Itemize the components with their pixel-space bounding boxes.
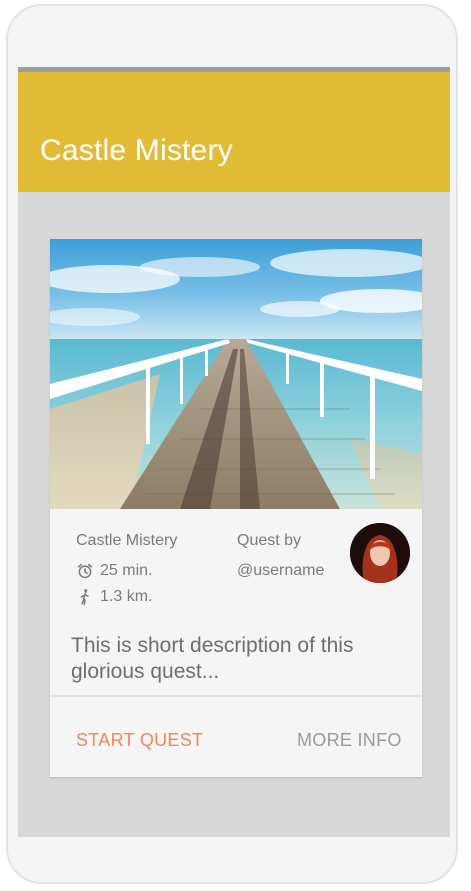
- quest-by-label: Quest by: [237, 532, 302, 549]
- quest-image: [50, 239, 422, 509]
- start-quest-button[interactable]: START QUEST: [76, 730, 203, 751]
- avatar[interactable]: [350, 523, 410, 583]
- distance-value: 1.3 km.: [100, 588, 153, 605]
- distance-row: 1.3 km.: [76, 588, 177, 606]
- duration-value: 25 min.: [100, 562, 153, 579]
- alarm-clock-icon: [77, 563, 93, 579]
- author-info: Quest by @username: [237, 532, 324, 580]
- duration-row: 25 min.: [76, 562, 177, 580]
- more-info-button[interactable]: MORE INFO: [297, 730, 402, 751]
- quest-info: Castle Mistery 25 min. 1.3 km.: [76, 532, 177, 606]
- app-title: Castle Mistery: [40, 134, 233, 167]
- author-username[interactable]: @username: [237, 562, 324, 580]
- quest-description: This is short description of this glorio…: [71, 634, 354, 683]
- walking-person-icon: [80, 589, 89, 606]
- author-avatar-image: [350, 523, 410, 583]
- card-divider: [50, 695, 422, 697]
- phone-frame: Castle Mistery Castle Mistery 25 min. 1.…: [6, 4, 458, 884]
- app-bar: Castle Mistery: [18, 72, 450, 192]
- app-screen: Castle Mistery Castle Mistery 25 min. 1.…: [18, 67, 450, 837]
- quest-card: Castle Mistery 25 min. 1.3 km. Quest by …: [50, 239, 422, 777]
- quest-name: Castle Mistery: [76, 532, 178, 549]
